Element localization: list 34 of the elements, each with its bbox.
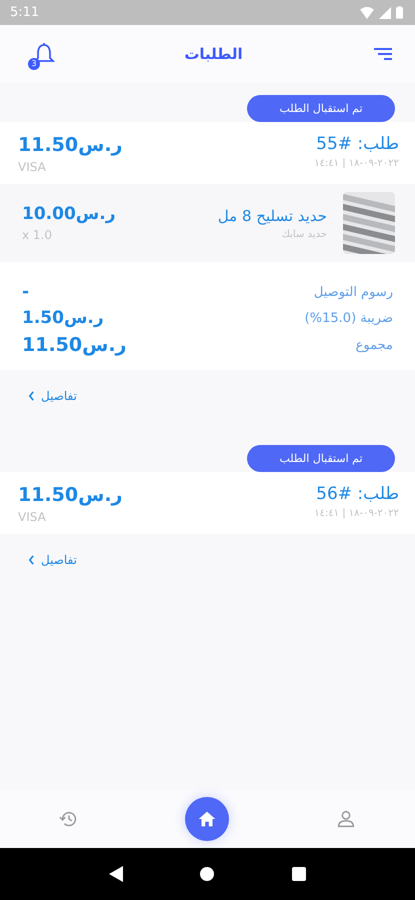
payment-method: VISA xyxy=(18,160,46,174)
filter-icon xyxy=(373,47,393,61)
nav-button[interactable] xyxy=(185,797,230,841)
summary-value: ر.س11.50 xyxy=(22,334,126,356)
page-title: الطلبات xyxy=(184,45,243,63)
order-number: طلب: #56 xyxy=(316,484,399,504)
summary-label: ضريبة (15.0%) xyxy=(304,310,393,326)
summary-label: رسوم التوصيل xyxy=(314,284,393,300)
order-total: ر.س11.50 xyxy=(18,134,122,156)
status-badge: تم استقبال الطلب xyxy=(247,445,395,472)
clock-time: 5:11 xyxy=(10,5,40,20)
battery-icon xyxy=(396,6,403,19)
status-badge: تم استقبال الطلب xyxy=(247,95,395,122)
summary-value: - xyxy=(22,282,30,302)
order-date: ٢٠٢٢-٠٩-١٨ | ١٤:٤١ xyxy=(314,158,399,169)
filter-menu-button[interactable] xyxy=(371,45,395,63)
back-icon xyxy=(108,866,123,882)
payment-method: VISA xyxy=(18,510,46,524)
square-icon xyxy=(292,867,306,881)
order-number: طلب: #55 xyxy=(316,134,399,154)
product-name: حديد تسليح 8 مل xyxy=(218,206,327,224)
wifi-icon xyxy=(360,6,374,18)
order-total: ر.س11.50 xyxy=(18,484,122,506)
signal-icon xyxy=(379,6,391,18)
chevron-icon xyxy=(28,555,35,565)
details-link[interactable]: تفاصيل xyxy=(28,553,77,567)
product-price: ر.س10.00 xyxy=(22,204,116,224)
order-date: ٢٠٢٢-٠٩-١٨ | ١٤:٤١ xyxy=(314,508,399,519)
notification-badge: 3 xyxy=(28,58,40,70)
summary-label: مجموع xyxy=(356,338,393,352)
chevron-icon xyxy=(28,391,35,401)
circle-icon xyxy=(200,867,214,881)
details-link[interactable]: تفاصيل xyxy=(28,389,77,403)
summary-value: ر.س1.50 xyxy=(22,308,104,328)
